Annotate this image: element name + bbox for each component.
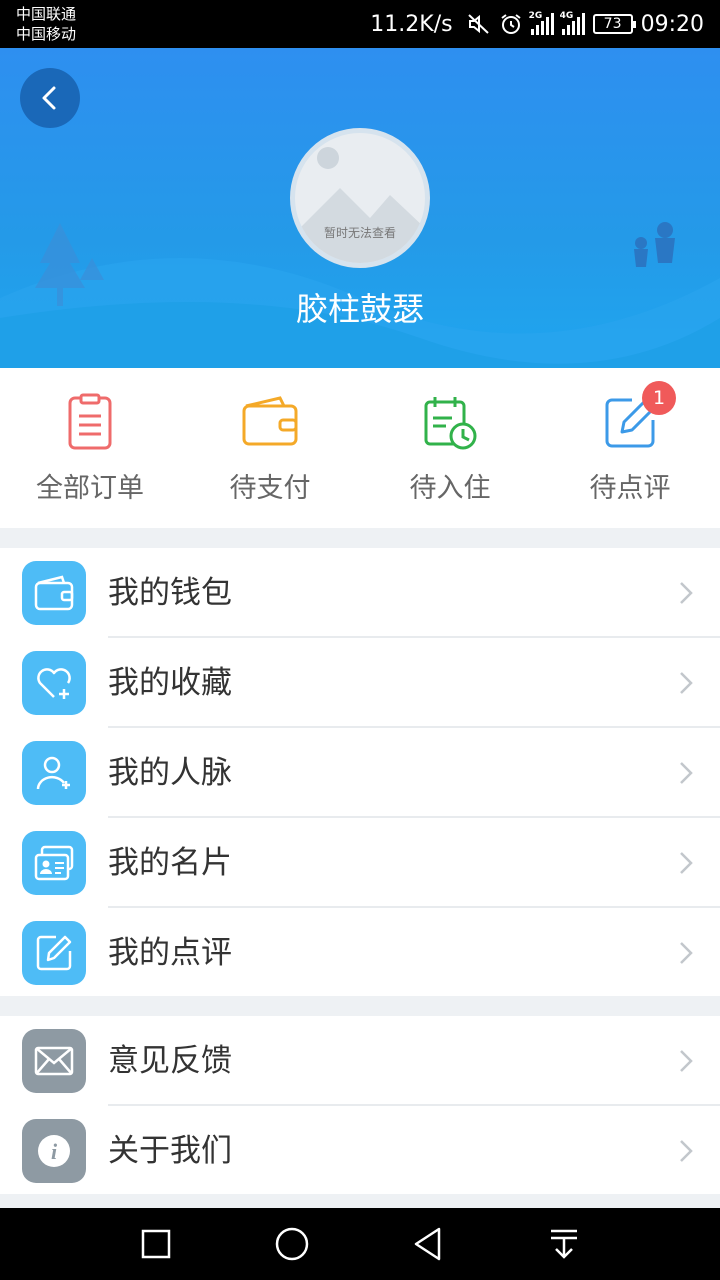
order-pending-checkin-button[interactable]: 待入住 [360,368,540,528]
menu-item-favorites[interactable]: 我的收藏 [0,638,720,728]
chevron-left-icon [42,86,56,110]
chevron-right-icon [680,942,693,964]
carrier-2: 中国移动 [16,25,77,43]
clock: 09:20 [640,11,704,37]
status-bar: 中国联通 中国移动 11.2K/s 2G 4G 73 09:20 [0,0,720,48]
home-icon [275,1227,309,1261]
chevron-right-icon [680,1050,693,1072]
menu-item-feedback[interactable]: 意见反馈 [0,1016,720,1106]
order-pending-checkin-label: 待入住 [409,473,491,504]
chevron-right-icon [680,1140,693,1162]
chevron-right-icon [680,762,693,784]
username: 胶柱鼓瑟 [295,290,424,328]
menu-item-wallet[interactable]: 我的钱包 [0,548,720,638]
back-button[interactable] [20,68,80,128]
add-contact-icon [22,741,86,805]
main-menu-list: 我的钱包 我的收藏 我的人脉 我的名片 我的点评 [0,548,720,996]
chevron-right-icon [680,672,693,694]
alarm-icon [499,12,523,36]
wallet-icon [22,561,86,625]
carrier-info: 中国联通 中国移动 [16,4,76,44]
home-button[interactable] [272,1224,312,1264]
menu-item-label: 我的钱包 [108,575,232,611]
carrier-1: 中国联通 [16,5,77,23]
chevron-right-icon [680,852,693,874]
menu-item-label: 我的名片 [108,845,232,881]
menu-item-label: 关于我们 [108,1133,232,1169]
system-nav-bar [0,1208,720,1280]
menu-item-reviews[interactable]: 我的点评 [0,908,720,998]
envelope-icon [22,1029,86,1093]
order-all-button[interactable]: 全部订单 [0,368,180,528]
business-card-icon [22,831,86,895]
battery-icon: 73 [592,14,636,34]
order-pending-payment-button[interactable]: 待支付 [180,368,360,528]
menu-item-business-card[interactable]: 我的名片 [0,818,720,908]
menu-item-label: 我的点评 [108,935,232,971]
info-icon: i [22,1119,86,1183]
avatar[interactable]: 暂时无法查看 [290,128,430,268]
order-pending-payment-label: 待支付 [229,473,311,504]
clipboard-icon [68,393,112,450]
signal-icon-2: 4G [560,11,585,35]
notification-pull-icon [551,1229,577,1259]
edit-icon [22,921,86,985]
order-pending-review-label: 待点评 [589,473,671,504]
menu-item-label: 我的收藏 [108,665,232,701]
back-icon [414,1227,441,1261]
status-icons: 11.2K/s 2G 4G 73 09:20 [370,0,704,48]
avatar-placeholder-text: 暂时无法查看 [323,226,396,240]
menu-item-label: 意见反馈 [108,1043,232,1079]
review-count-badge: 1 [642,381,676,415]
back-nav-button[interactable] [408,1224,448,1264]
recent-apps-icon [141,1229,171,1259]
profile-header: 暂时无法查看 胶柱鼓瑟 [0,48,720,368]
heart-plus-icon [22,651,86,715]
recent-apps-button[interactable] [136,1224,176,1264]
menu-item-label: 我的人脉 [108,755,232,791]
menu-item-about-us[interactable]: i 关于我们 [0,1106,720,1196]
svg-text:i: i [51,1139,58,1164]
chevron-right-icon [680,582,693,604]
net-speed: 11.2K/s [370,11,453,37]
wallet-icon [242,396,298,446]
calendar-clock-icon [424,397,477,450]
image-placeholder-icon [295,147,425,263]
signal-icon: 2G [529,11,554,35]
order-shortcuts: 全部订单 待支付 待入住 待点评 [0,368,720,528]
menu-item-contacts[interactable]: 我的人脉 [0,728,720,818]
secondary-menu-list: 意见反馈 i 关于我们 [0,1016,720,1194]
order-pending-review-button[interactable]: 待点评 [540,368,720,528]
notification-pull-button[interactable] [544,1224,584,1264]
order-all-label: 全部订单 [36,473,144,504]
mute-icon [467,12,491,36]
